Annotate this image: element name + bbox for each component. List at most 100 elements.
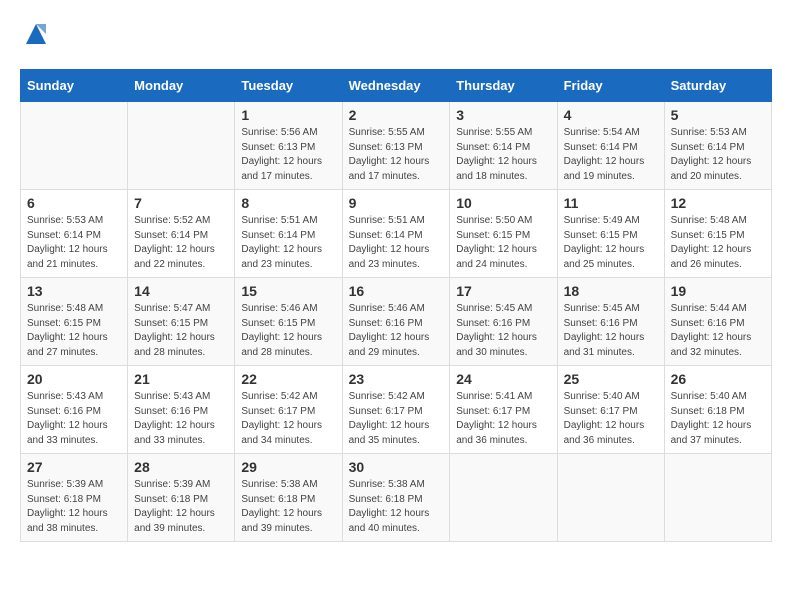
calendar-cell bbox=[664, 454, 771, 542]
day-number: 30 bbox=[349, 459, 444, 475]
day-number: 17 bbox=[456, 283, 550, 299]
calendar-cell: 30 Sunrise: 5:38 AM Sunset: 6:18 PM Dayli… bbox=[342, 454, 450, 542]
calendar-cell: 5 Sunrise: 5:53 AM Sunset: 6:14 PM Daylig… bbox=[664, 102, 771, 190]
day-info: Sunrise: 5:52 AM Sunset: 6:14 PM Dayligh… bbox=[134, 214, 228, 272]
calendar-week-2: 6 Sunrise: 5:53 AM Sunset: 6:14 PM Daylig… bbox=[21, 190, 772, 278]
day-number: 25 bbox=[564, 371, 658, 387]
day-number: 12 bbox=[671, 195, 765, 211]
day-info: Sunrise: 5:41 AM Sunset: 6:17 PM Dayligh… bbox=[456, 390, 550, 448]
calendar-cell: 20 Sunrise: 5:43 AM Sunset: 6:16 PM Dayli… bbox=[21, 366, 128, 454]
day-info: Sunrise: 5:42 AM Sunset: 6:17 PM Dayligh… bbox=[349, 390, 444, 448]
day-number: 26 bbox=[671, 371, 765, 387]
day-info: Sunrise: 5:55 AM Sunset: 6:13 PM Dayligh… bbox=[349, 126, 444, 184]
day-info: Sunrise: 5:42 AM Sunset: 6:17 PM Dayligh… bbox=[241, 390, 335, 448]
day-info: Sunrise: 5:40 AM Sunset: 6:17 PM Dayligh… bbox=[564, 390, 658, 448]
calendar-cell: 27Sunrise: 5:39 AM Sunset: 6:18 PM Dayli… bbox=[21, 454, 128, 542]
calendar-cell: 18 Sunrise: 5:45 AM Sunset: 6:16 PM Dayli… bbox=[557, 278, 664, 366]
day-info: Sunrise: 5:55 AM Sunset: 6:14 PM Dayligh… bbox=[456, 126, 550, 184]
day-number: 7 bbox=[134, 195, 228, 211]
day-info: Sunrise: 5:50 AM Sunset: 6:15 PM Dayligh… bbox=[456, 214, 550, 272]
day-number: 3 bbox=[456, 107, 550, 123]
calendar-cell: 8 Sunrise: 5:51 AM Sunset: 6:14 PM Daylig… bbox=[235, 190, 342, 278]
day-info: Sunrise: 5:54 AM Sunset: 6:14 PM Dayligh… bbox=[564, 126, 658, 184]
calendar-cell: 28 Sunrise: 5:39 AM Sunset: 6:18 PM Dayli… bbox=[128, 454, 235, 542]
calendar-cell: 1Sunrise: 5:56 AM Sunset: 6:13 PM Daylig… bbox=[235, 102, 342, 190]
day-info: Sunrise: 5:48 AM Sunset: 6:15 PM Dayligh… bbox=[27, 302, 121, 360]
day-info: Sunrise: 5:40 AM Sunset: 6:18 PM Dayligh… bbox=[671, 390, 765, 448]
day-number: 22 bbox=[241, 371, 335, 387]
calendar-cell: 11 Sunrise: 5:49 AM Sunset: 6:15 PM Dayli… bbox=[557, 190, 664, 278]
day-info: Sunrise: 5:43 AM Sunset: 6:16 PM Dayligh… bbox=[27, 390, 121, 448]
day-number: 1 bbox=[241, 107, 335, 123]
day-number: 11 bbox=[564, 195, 658, 211]
calendar-header-row: SundayMondayTuesdayWednesdayThursdayFrid… bbox=[21, 70, 772, 102]
calendar-cell: 24 Sunrise: 5:41 AM Sunset: 6:17 PM Dayli… bbox=[450, 366, 557, 454]
col-header-friday: Friday bbox=[557, 70, 664, 102]
day-info: Sunrise: 5:43 AM Sunset: 6:16 PM Dayligh… bbox=[134, 390, 228, 448]
calendar-cell: 2 Sunrise: 5:55 AM Sunset: 6:13 PM Daylig… bbox=[342, 102, 450, 190]
day-info: Sunrise: 5:47 AM Sunset: 6:15 PM Dayligh… bbox=[134, 302, 228, 360]
page-header bbox=[20, 20, 772, 53]
calendar-cell bbox=[450, 454, 557, 542]
calendar-cell bbox=[557, 454, 664, 542]
day-number: 5 bbox=[671, 107, 765, 123]
calendar-cell: 13 Sunrise: 5:48 AM Sunset: 6:15 PM Dayli… bbox=[21, 278, 128, 366]
col-header-thursday: Thursday bbox=[450, 70, 557, 102]
calendar-cell: 17 Sunrise: 5:45 AM Sunset: 6:16 PM Dayli… bbox=[450, 278, 557, 366]
calendar-week-1: 1Sunrise: 5:56 AM Sunset: 6:13 PM Daylig… bbox=[21, 102, 772, 190]
calendar-cell: 14Sunrise: 5:47 AM Sunset: 6:15 PM Dayli… bbox=[128, 278, 235, 366]
day-number: 16 bbox=[349, 283, 444, 299]
day-number: 24 bbox=[456, 371, 550, 387]
calendar-week-4: 20 Sunrise: 5:43 AM Sunset: 6:16 PM Dayli… bbox=[21, 366, 772, 454]
calendar-cell: 10 Sunrise: 5:50 AM Sunset: 6:15 PM Dayli… bbox=[450, 190, 557, 278]
day-number: 6 bbox=[27, 195, 121, 211]
day-info: Sunrise: 5:38 AM Sunset: 6:18 PM Dayligh… bbox=[241, 478, 335, 536]
calendar-cell: 9 Sunrise: 5:51 AM Sunset: 6:14 PM Daylig… bbox=[342, 190, 450, 278]
calendar-cell bbox=[128, 102, 235, 190]
day-number: 20 bbox=[27, 371, 121, 387]
logo-icon bbox=[22, 20, 50, 48]
day-info: Sunrise: 5:51 AM Sunset: 6:14 PM Dayligh… bbox=[349, 214, 444, 272]
calendar-cell: 4 Sunrise: 5:54 AM Sunset: 6:14 PM Daylig… bbox=[557, 102, 664, 190]
day-info: Sunrise: 5:46 AM Sunset: 6:15 PM Dayligh… bbox=[241, 302, 335, 360]
calendar-cell: 6 Sunrise: 5:53 AM Sunset: 6:14 PM Daylig… bbox=[21, 190, 128, 278]
day-number: 23 bbox=[349, 371, 444, 387]
calendar-cell: 16 Sunrise: 5:46 AM Sunset: 6:16 PM Dayli… bbox=[342, 278, 450, 366]
day-info: Sunrise: 5:45 AM Sunset: 6:16 PM Dayligh… bbox=[564, 302, 658, 360]
calendar-cell: 3 Sunrise: 5:55 AM Sunset: 6:14 PM Daylig… bbox=[450, 102, 557, 190]
col-header-tuesday: Tuesday bbox=[235, 70, 342, 102]
calendar-cell: 7 Sunrise: 5:52 AM Sunset: 6:14 PM Daylig… bbox=[128, 190, 235, 278]
calendar-cell: 19Sunrise: 5:44 AM Sunset: 6:16 PM Dayli… bbox=[664, 278, 771, 366]
calendar-cell: 26 Sunrise: 5:40 AM Sunset: 6:18 PM Dayli… bbox=[664, 366, 771, 454]
col-header-sunday: Sunday bbox=[21, 70, 128, 102]
calendar-cell: 22 Sunrise: 5:42 AM Sunset: 6:17 PM Dayli… bbox=[235, 366, 342, 454]
day-number: 9 bbox=[349, 195, 444, 211]
day-info: Sunrise: 5:49 AM Sunset: 6:15 PM Dayligh… bbox=[564, 214, 658, 272]
day-info: Sunrise: 5:38 AM Sunset: 6:18 PM Dayligh… bbox=[349, 478, 444, 536]
day-number: 10 bbox=[456, 195, 550, 211]
day-info: Sunrise: 5:46 AM Sunset: 6:16 PM Dayligh… bbox=[349, 302, 444, 360]
day-number: 4 bbox=[564, 107, 658, 123]
day-number: 29 bbox=[241, 459, 335, 475]
day-info: Sunrise: 5:51 AM Sunset: 6:14 PM Dayligh… bbox=[241, 214, 335, 272]
calendar-cell: 25 Sunrise: 5:40 AM Sunset: 6:17 PM Dayli… bbox=[557, 366, 664, 454]
day-info: Sunrise: 5:53 AM Sunset: 6:14 PM Dayligh… bbox=[671, 126, 765, 184]
day-number: 8 bbox=[241, 195, 335, 211]
day-number: 15 bbox=[241, 283, 335, 299]
day-number: 18 bbox=[564, 283, 658, 299]
logo bbox=[20, 20, 50, 53]
day-info: Sunrise: 5:45 AM Sunset: 6:16 PM Dayligh… bbox=[456, 302, 550, 360]
day-number: 19 bbox=[671, 283, 765, 299]
day-number: 28 bbox=[134, 459, 228, 475]
day-info: Sunrise: 5:53 AM Sunset: 6:14 PM Dayligh… bbox=[27, 214, 121, 272]
day-info: Sunrise: 5:39 AM Sunset: 6:18 PM Dayligh… bbox=[134, 478, 228, 536]
calendar-cell: 21 Sunrise: 5:43 AM Sunset: 6:16 PM Dayli… bbox=[128, 366, 235, 454]
day-number: 2 bbox=[349, 107, 444, 123]
calendar-cell: 29 Sunrise: 5:38 AM Sunset: 6:18 PM Dayli… bbox=[235, 454, 342, 542]
calendar-cell: 12Sunrise: 5:48 AM Sunset: 6:15 PM Dayli… bbox=[664, 190, 771, 278]
col-header-wednesday: Wednesday bbox=[342, 70, 450, 102]
day-number: 21 bbox=[134, 371, 228, 387]
calendar-table: SundayMondayTuesdayWednesdayThursdayFrid… bbox=[20, 69, 772, 542]
day-number: 13 bbox=[27, 283, 121, 299]
calendar-week-3: 13 Sunrise: 5:48 AM Sunset: 6:15 PM Dayli… bbox=[21, 278, 772, 366]
